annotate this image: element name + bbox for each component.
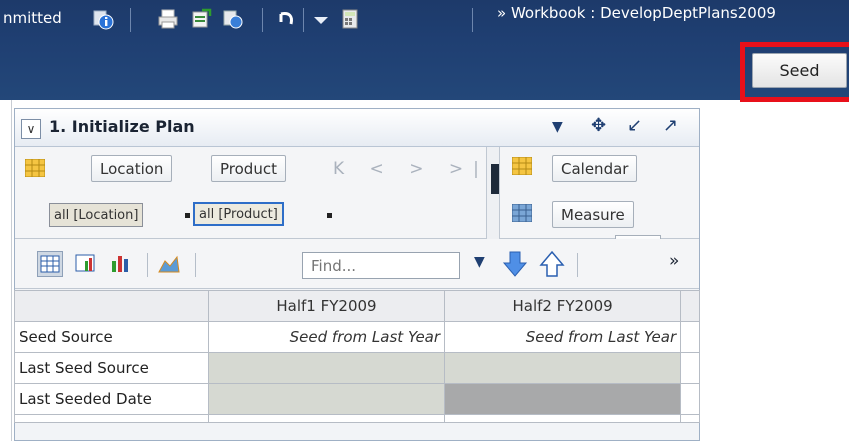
grid-filler-cell [680, 352, 700, 384]
commit-status-label: nmitted [3, 9, 62, 27]
minimize-icon[interactable]: ↙ [627, 115, 642, 136]
measure-dimension-button[interactable]: Measure [552, 201, 634, 228]
refresh-icon[interactable] [222, 8, 244, 30]
more-tools-icon[interactable]: » [669, 251, 679, 271]
table-chart-view-button[interactable] [73, 251, 99, 277]
row-header-last-seeded-date: Last Seeded Date [14, 383, 209, 415]
table-view-icon [40, 255, 60, 273]
separator-dot [185, 213, 190, 218]
cell-last-seeded-date-half2 [444, 383, 682, 415]
print-icon[interactable] [157, 8, 179, 30]
rows-grid-icon [25, 159, 45, 177]
grid-corner [14, 290, 209, 322]
grid-filler-cell [444, 414, 682, 423]
area-chart-button[interactable] [157, 251, 183, 277]
table-chart-icon [75, 254, 95, 272]
separator [472, 8, 473, 32]
find-next-down-arrow-icon[interactable] [502, 250, 528, 278]
maximize-icon[interactable]: ↗ [663, 115, 678, 136]
cell-last-seed-source-half2 [444, 352, 682, 384]
top-toolbar: nmitted » Workbook : DevelopDeptPlans200… [0, 0, 849, 100]
grid-column-filler [680, 290, 700, 322]
cell-last-seed-source-half1 [207, 352, 446, 384]
table-row: Last Seeded Date [14, 383, 700, 415]
dimension-area: Location Product K < > >| all [Location]… [15, 147, 699, 239]
table-view-button[interactable] [37, 251, 63, 277]
table-row [14, 414, 700, 423]
find-options-dropdown-icon[interactable]: ▼ [474, 254, 485, 270]
move-icon[interactable]: ✥ [591, 115, 606, 136]
chart-view-button[interactable] [109, 251, 135, 277]
cell-seed-source-half2[interactable]: Seed from Last Year [444, 321, 682, 353]
bar-chart-icon [112, 256, 128, 272]
splitter-grip[interactable] [491, 164, 499, 194]
separator [147, 253, 148, 277]
location-dimension-button[interactable]: Location [91, 155, 173, 182]
panel-menu-icon[interactable]: ▼ [552, 119, 563, 135]
panel-header: ∨ 1. Initialize Plan ▼ ✥ ↙ ↗ [15, 109, 699, 147]
separator-dot [327, 213, 332, 218]
product-dimension-button[interactable]: Product [211, 155, 286, 182]
dropdown-icon[interactable] [310, 8, 332, 30]
table-row: Last Seed Source [14, 352, 700, 384]
area-chart-icon [158, 255, 180, 273]
location-filter[interactable]: all [Location] [49, 203, 144, 227]
left-splitter [0, 100, 12, 441]
calendar-dimension-button[interactable]: Calendar [552, 155, 638, 182]
cell-last-seeded-date-half1 [207, 383, 446, 415]
collapse-toggle[interactable]: ∨ [21, 119, 41, 139]
grid-filler-cell [680, 414, 700, 423]
workbook-title[interactable]: » Workbook : DevelopDeptPlans2009 [497, 4, 776, 22]
separator [262, 8, 263, 32]
cell-seed-source-half1[interactable]: Seed from Last Year [207, 321, 446, 353]
calculator-icon[interactable] [339, 8, 361, 30]
grid-filler-cell [680, 321, 700, 353]
columns-grid-icon [512, 157, 532, 175]
product-filter[interactable]: all [Product] [193, 202, 284, 226]
find-input[interactable] [302, 252, 460, 279]
separator [577, 253, 578, 277]
column-header-half1[interactable]: Half1 FY2009 [207, 290, 446, 322]
row-header-last-seed-source: Last Seed Source [14, 352, 209, 384]
export-excel-icon[interactable] [190, 8, 212, 30]
table-row: Seed Source Seed from Last Year Seed fro… [14, 321, 700, 353]
grid-toolbar: ▼ » [15, 239, 699, 289]
column-header-half2[interactable]: Half2 FY2009 [444, 290, 682, 322]
separator [195, 253, 196, 277]
info-icon[interactable] [92, 8, 114, 30]
pager-arrows[interactable]: K < > >| [333, 159, 489, 179]
separator [303, 8, 304, 32]
undo-icon[interactable] [275, 8, 297, 30]
grid-bottom-filler [14, 414, 209, 423]
measure-grid-icon [512, 204, 532, 222]
seed-button[interactable]: Seed [752, 53, 847, 88]
find-previous-up-arrow-icon[interactable] [539, 250, 565, 278]
separator [130, 8, 131, 32]
header-row: Half1 FY2009 Half2 FY2009 [14, 290, 700, 322]
grid-filler-cell [680, 383, 700, 415]
row-header-seed-source: Seed Source [14, 321, 209, 353]
data-grid: Half1 FY2009 Half2 FY2009 Seed Source Se… [14, 290, 700, 423]
grid-filler-cell [207, 414, 446, 423]
panel-title: 1. Initialize Plan [49, 117, 195, 136]
